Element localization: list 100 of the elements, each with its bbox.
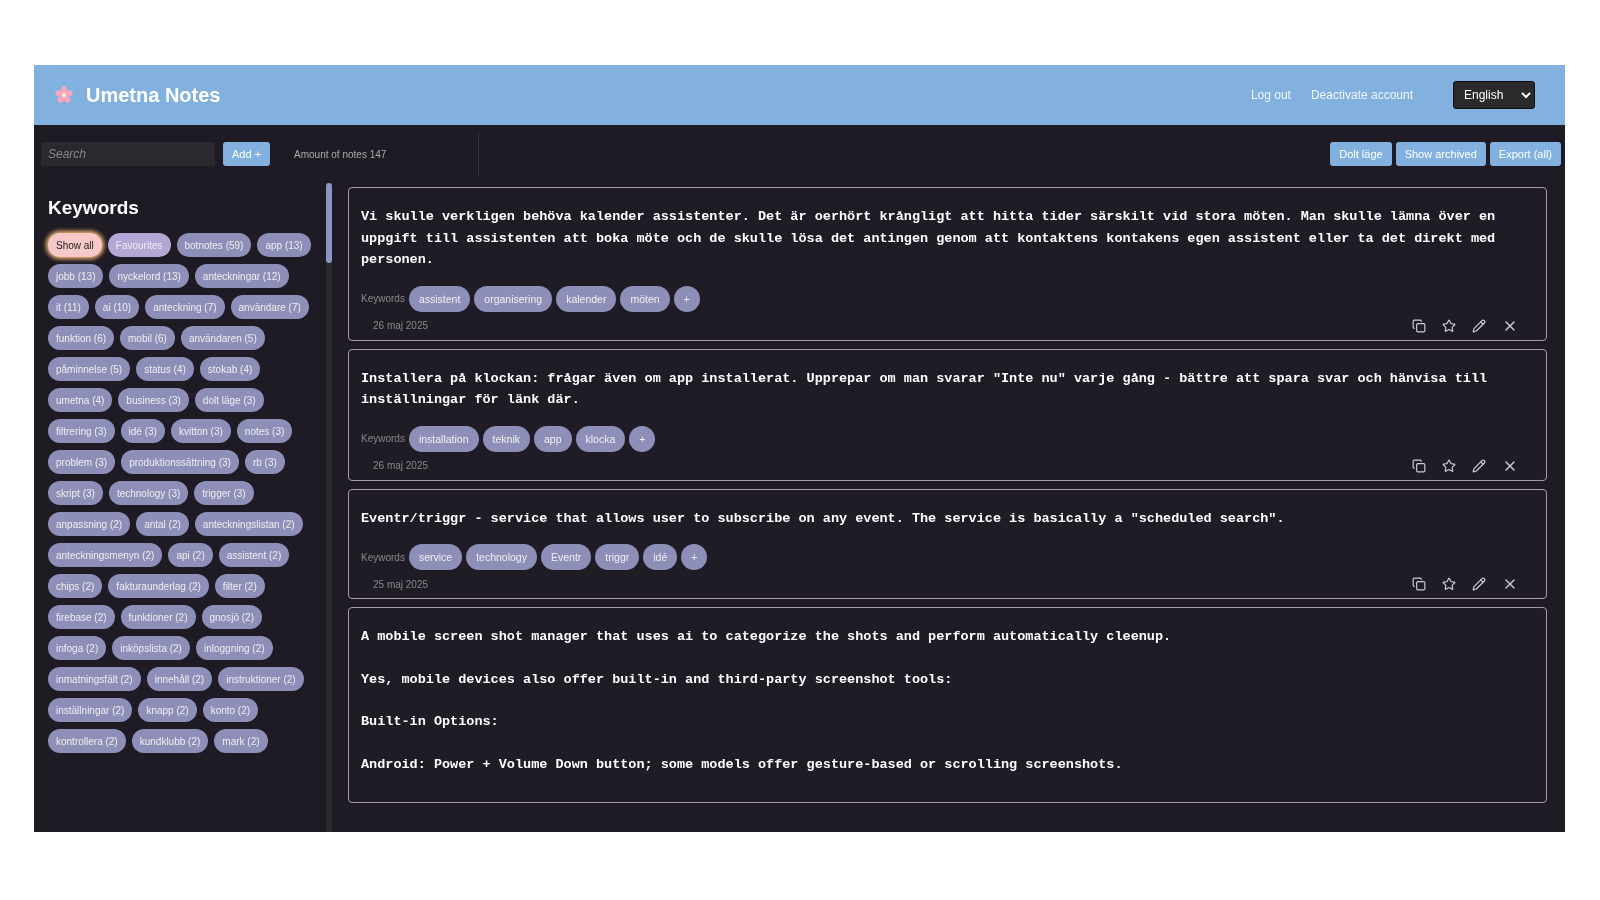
star-icon[interactable] xyxy=(1442,577,1456,591)
keyword-filter-chip[interactable]: knapp (2) xyxy=(138,698,197,722)
keyword-filter-chip[interactable]: stokab (4) xyxy=(199,357,261,381)
note-text: Android: Power + Volume Down button; some models offer gesture-based or scrolling screenshots. xyxy=(361,755,1124,774)
keywords-heading: Keywords xyxy=(48,197,140,219)
keyword-filter-chip[interactable]: nyckelord (13) xyxy=(109,264,189,288)
star-icon[interactable] xyxy=(1442,458,1456,473)
keyword-filter-chip[interactable]: anteckningslistan (2) xyxy=(194,512,303,536)
keyword-filter-chip[interactable]: idé (3) xyxy=(120,419,165,443)
note-date: 26 maj 2025 xyxy=(373,460,430,471)
keyword-filter-chip[interactable]: assistent (2) xyxy=(218,543,290,567)
keyword-filter-chip[interactable]: Favourites xyxy=(107,233,171,257)
keyword-filter-chip[interactable]: problem (3) xyxy=(48,450,116,474)
keyword-filter-chip[interactable]: instruktioner (2) xyxy=(218,667,304,691)
keyword-filter-chip[interactable]: innehåll (2) xyxy=(146,667,213,691)
keyword-filter-chip[interactable]: chips (2) xyxy=(48,574,103,598)
keyword-filter-chip[interactable]: business (3) xyxy=(118,388,189,412)
keyword-filter-chip[interactable]: antal (2) xyxy=(136,512,189,536)
language-select[interactable]: English xyxy=(1453,81,1535,109)
keyword-filter-chip[interactable]: infoga (2) xyxy=(48,636,107,660)
keyword-chip[interactable]: app xyxy=(533,425,572,452)
keyword-filter-chip[interactable]: mobil (6) xyxy=(120,326,175,350)
scrollbar-track[interactable] xyxy=(326,183,332,832)
star-icon[interactable] xyxy=(1442,318,1456,333)
keyword-filter-chip[interactable]: funktion (6) xyxy=(48,326,115,350)
keyword-filter-chip[interactable]: gnosjö (2) xyxy=(201,605,262,629)
keyword-filter-chip[interactable]: inmatningsfält (2) xyxy=(48,667,141,691)
keyword-filter-chip[interactable]: funktioner (2) xyxy=(120,605,196,629)
keyword-chip[interactable]: möten xyxy=(620,285,670,312)
keywords-label: Keywords xyxy=(361,551,405,563)
keyword-filter-chip[interactable]: inställningar (2) xyxy=(48,698,133,722)
keyword-filter-chip[interactable]: påminnelse (5) xyxy=(48,357,131,381)
keyword-filter-chip[interactable]: användare (7) xyxy=(230,295,309,319)
copy-icon[interactable] xyxy=(1412,577,1426,591)
keyword-filter-chip[interactable]: skript (3) xyxy=(48,481,103,505)
pencil-icon[interactable] xyxy=(1472,458,1486,473)
keywords-label: Keywords xyxy=(361,293,405,304)
keyword-filter-chip[interactable]: app (13) xyxy=(257,233,311,257)
toolbar-button[interactable]: Dolt läge xyxy=(1330,142,1392,166)
keyword-filter-chip[interactable]: mark (2) xyxy=(214,729,268,753)
search-field[interactable]: Search xyxy=(41,142,215,166)
copy-icon[interactable] xyxy=(1412,318,1426,333)
keyword-filter-chip[interactable]: rb (3) xyxy=(244,450,285,474)
keyword-filter-chip[interactable]: umetna (4) xyxy=(48,388,113,412)
pencil-icon[interactable] xyxy=(1472,577,1486,591)
keyword-filter-chip[interactable]: anteckningsmenyn (2) xyxy=(48,543,163,567)
keyword-filter-chip[interactable]: kontrollera (2) xyxy=(48,729,126,753)
keyword-chip[interactable]: triggr xyxy=(595,544,640,570)
keyword-filter-chip[interactable]: anteckning (7) xyxy=(145,295,225,319)
add-button[interactable]: Add + xyxy=(223,142,271,166)
keyword-chip[interactable]: installation xyxy=(408,425,479,452)
scrollbar-thumb[interactable] xyxy=(326,183,332,263)
keyword-chip[interactable]: technology xyxy=(466,544,537,570)
note-text: Eventr/triggr - service that allows user to subscribe on any event. The service is basically a "scheduled search". xyxy=(361,509,1286,528)
keyword-filter-chip[interactable]: anpassning (2) xyxy=(48,512,131,536)
pencil-icon[interactable] xyxy=(1472,318,1486,333)
keyword-chip[interactable]: idé xyxy=(643,544,678,570)
add-keyword-button[interactable]: + xyxy=(629,425,656,452)
keyword-filter-chip[interactable]: filtrering (3) xyxy=(48,419,115,443)
add-keyword-button[interactable]: + xyxy=(673,285,700,312)
keyword-chip[interactable]: klocka xyxy=(575,425,626,452)
keyword-filter-chip[interactable]: api (2) xyxy=(168,543,213,567)
keyword-filter-chip[interactable]: inköpslista (2) xyxy=(112,636,190,660)
keyword-filter-chip[interactable]: notes (3) xyxy=(236,419,293,443)
toolbar-button[interactable]: Show archived xyxy=(1395,142,1486,166)
keyword-chip[interactable]: teknik xyxy=(482,425,530,452)
keyword-filter-chip[interactable]: anteckningar (12) xyxy=(194,264,289,288)
note-text: A mobile screen shot manager that uses ai to categorize the shots and perform automatically cleenup. xyxy=(361,628,1173,646)
keyword-filter-chip[interactable]: användaren (5) xyxy=(180,326,265,350)
keyword-filter-chip[interactable]: technology (3) xyxy=(108,481,189,505)
note-date: 25 maj 2025 xyxy=(373,578,430,590)
keyword-chip[interactable]: service xyxy=(408,544,463,570)
keyword-filter-chip[interactable]: ai (10) xyxy=(94,295,140,319)
keyword-filter-chip[interactable]: trigger (3) xyxy=(194,481,254,505)
keyword-filter-chip[interactable]: fakturaunderlag (2) xyxy=(108,574,209,598)
keyword-chip[interactable]: assistent xyxy=(408,285,471,312)
header-link[interactable]: Deactivate account xyxy=(1310,88,1413,102)
add-keyword-button[interactable]: + xyxy=(681,544,708,570)
note-text: Yes, mobile devices also offer built-in and third-party screenshot tools: xyxy=(361,670,954,689)
keyword-filter-chip[interactable]: kvitton (3) xyxy=(170,419,231,443)
keyword-filter-chip[interactable]: status (4) xyxy=(136,357,194,381)
header-link[interactable]: Log out xyxy=(1250,88,1291,102)
keyword-filter-chip[interactable]: firebase (2) xyxy=(48,605,115,629)
keyword-filter-chip[interactable]: produktionssättning (3) xyxy=(121,450,239,474)
flower-logo-icon xyxy=(54,85,74,105)
keyword-filter-chip[interactable]: dolt läge (3) xyxy=(194,388,264,412)
keyword-filter-chip[interactable]: kundklubb (2) xyxy=(131,729,209,753)
keyword-filter-chip[interactable]: it (11) xyxy=(48,295,89,319)
keyword-filter-chip[interactable]: filter (2) xyxy=(214,574,265,598)
keyword-filter-chip[interactable]: botnotes (59) xyxy=(176,233,252,257)
keyword-chip[interactable]: kalender xyxy=(556,285,617,312)
keyword-filter-chip[interactable]: inloggning (2) xyxy=(195,636,273,660)
copy-icon[interactable] xyxy=(1412,458,1426,473)
keyword-chip[interactable]: organisering xyxy=(474,285,553,312)
keyword-filter-chip[interactable]: jobb (13) xyxy=(48,264,104,288)
note-text: Installera på klockan: frågar även om app installerat. Upprepar om man svarar "Inte nu" varje gång - bättre att spara svar och hänvisa till inställningar för länk där. xyxy=(361,369,1489,409)
toolbar-button[interactable]: Export (all) xyxy=(1489,142,1561,166)
keyword-chip[interactable]: Eventr xyxy=(540,544,592,570)
keyword-filter-chip[interactable]: konto (2) xyxy=(202,698,259,722)
keyword-filter-chip[interactable]: Show all xyxy=(48,233,102,257)
